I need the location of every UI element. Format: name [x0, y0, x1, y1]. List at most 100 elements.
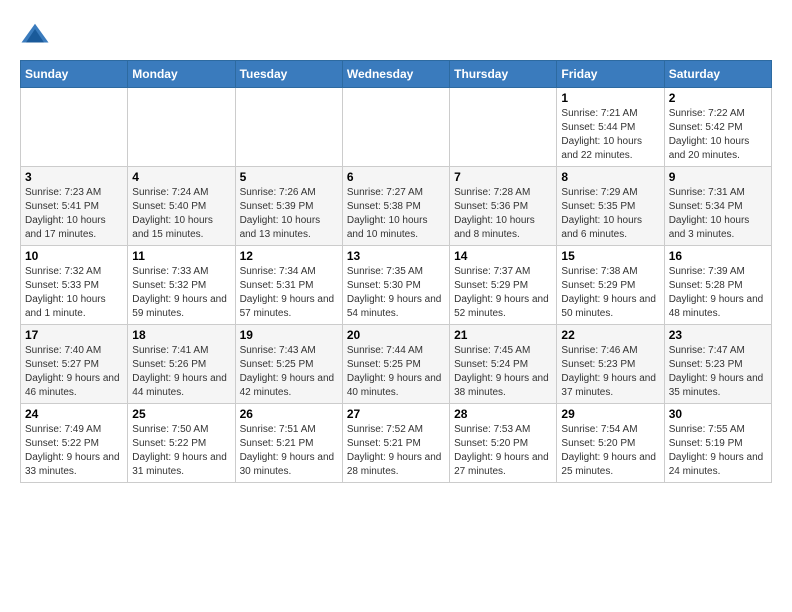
day-info: Sunrise: 7:43 AM Sunset: 5:25 PM Dayligh… [240, 344, 338, 400]
day-info: Sunrise: 7:51 AM Sunset: 5:21 PM Dayligh… [240, 423, 338, 479]
day-info: Sunrise: 7:24 AM Sunset: 5:40 PM Dayligh… [132, 186, 230, 242]
day-number: 12 [240, 249, 338, 263]
calendar-cell: 25 Sunrise: 7:50 AM Sunset: 5:22 PM Dayli… [128, 404, 235, 483]
calendar-cell: 8 Sunrise: 7:29 AM Sunset: 5:35 PM Daylig… [557, 167, 664, 246]
calendar-cell: 13 Sunrise: 7:35 AM Sunset: 5:30 PM Dayli… [342, 246, 449, 325]
day-info: Sunrise: 7:23 AM Sunset: 5:41 PM Dayligh… [25, 186, 123, 242]
day-number: 30 [669, 407, 767, 421]
day-number: 2 [669, 91, 767, 105]
calendar-header-thursday: Thursday [450, 61, 557, 88]
day-number: 5 [240, 170, 338, 184]
calendar-cell: 1 Sunrise: 7:21 AM Sunset: 5:44 PM Daylig… [557, 88, 664, 167]
day-number: 3 [25, 170, 123, 184]
day-number: 29 [561, 407, 659, 421]
calendar-cell: 28 Sunrise: 7:53 AM Sunset: 5:20 PM Dayli… [450, 404, 557, 483]
logo-icon [20, 20, 50, 50]
day-number: 20 [347, 328, 445, 342]
calendar-cell: 2 Sunrise: 7:22 AM Sunset: 5:42 PM Daylig… [664, 88, 771, 167]
calendar-cell: 15Sunrise: 7:38 AM Sunset: 5:29 PM Dayli… [557, 246, 664, 325]
day-number: 14 [454, 249, 552, 263]
calendar-cell: 16Sunrise: 7:39 AM Sunset: 5:28 PM Dayli… [664, 246, 771, 325]
day-info: Sunrise: 7:26 AM Sunset: 5:39 PM Dayligh… [240, 186, 338, 242]
day-info: Sunrise: 7:35 AM Sunset: 5:30 PM Dayligh… [347, 265, 445, 321]
calendar-header-wednesday: Wednesday [342, 61, 449, 88]
calendar-cell: 26 Sunrise: 7:51 AM Sunset: 5:21 PM Dayli… [235, 404, 342, 483]
day-info: Sunrise: 7:50 AM Sunset: 5:22 PM Dayligh… [132, 423, 230, 479]
day-info: Sunrise: 7:44 AM Sunset: 5:25 PM Dayligh… [347, 344, 445, 400]
calendar-cell: 20 Sunrise: 7:44 AM Sunset: 5:25 PM Dayli… [342, 325, 449, 404]
calendar-cell: 19 Sunrise: 7:43 AM Sunset: 5:25 PM Dayli… [235, 325, 342, 404]
day-info: Sunrise: 7:54 AM Sunset: 5:20 PM Dayligh… [561, 423, 659, 479]
day-info: Sunrise: 7:47 AM Sunset: 5:23 PM Dayligh… [669, 344, 767, 400]
day-number: 23 [669, 328, 767, 342]
day-number: 9 [669, 170, 767, 184]
day-number: 27 [347, 407, 445, 421]
day-info: Sunrise: 7:52 AM Sunset: 5:21 PM Dayligh… [347, 423, 445, 479]
calendar-cell: 24 Sunrise: 7:49 AM Sunset: 5:22 PM Dayli… [21, 404, 128, 483]
header [20, 20, 772, 50]
day-info: Sunrise: 7:21 AM Sunset: 5:44 PM Dayligh… [561, 107, 659, 163]
day-info: Sunrise: 7:40 AM Sunset: 5:27 PM Dayligh… [25, 344, 123, 400]
day-info: Sunrise: 7:39 AM Sunset: 5:28 PM Dayligh… [669, 265, 767, 321]
day-number: 1 [561, 91, 659, 105]
day-number: 18 [132, 328, 230, 342]
calendar-cell: 23 Sunrise: 7:47 AM Sunset: 5:23 PM Dayli… [664, 325, 771, 404]
day-info: Sunrise: 7:37 AM Sunset: 5:29 PM Dayligh… [454, 265, 552, 321]
day-number: 8 [561, 170, 659, 184]
calendar-cell: 18 Sunrise: 7:41 AM Sunset: 5:26 PM Dayli… [128, 325, 235, 404]
calendar-week-1: 1 Sunrise: 7:21 AM Sunset: 5:44 PM Daylig… [21, 88, 772, 167]
calendar-cell: 10 Sunrise: 7:32 AM Sunset: 5:33 PM Dayli… [21, 246, 128, 325]
calendar-cell: 7 Sunrise: 7:28 AM Sunset: 5:36 PM Daylig… [450, 167, 557, 246]
calendar-cell: 14 Sunrise: 7:37 AM Sunset: 5:29 PM Dayli… [450, 246, 557, 325]
day-info: Sunrise: 7:22 AM Sunset: 5:42 PM Dayligh… [669, 107, 767, 163]
day-number: 28 [454, 407, 552, 421]
calendar-cell: 3 Sunrise: 7:23 AM Sunset: 5:41 PM Daylig… [21, 167, 128, 246]
calendar-cell: 29 Sunrise: 7:54 AM Sunset: 5:20 PM Dayli… [557, 404, 664, 483]
day-number: 24 [25, 407, 123, 421]
calendar-cell: 5 Sunrise: 7:26 AM Sunset: 5:39 PM Daylig… [235, 167, 342, 246]
calendar-cell: 27 Sunrise: 7:52 AM Sunset: 5:21 PM Dayli… [342, 404, 449, 483]
calendar-cell: 30 Sunrise: 7:55 AM Sunset: 5:19 PM Dayli… [664, 404, 771, 483]
day-number: 19 [240, 328, 338, 342]
day-info: Sunrise: 7:53 AM Sunset: 5:20 PM Dayligh… [454, 423, 552, 479]
calendar-cell: 6Sunrise: 7:27 AM Sunset: 5:38 PM Daylig… [342, 167, 449, 246]
logo [20, 20, 54, 50]
calendar: SundayMondayTuesdayWednesdayThursdayFrid… [20, 60, 772, 483]
calendar-header-friday: Friday [557, 61, 664, 88]
calendar-week-3: 10 Sunrise: 7:32 AM Sunset: 5:33 PM Dayli… [21, 246, 772, 325]
calendar-week-4: 17 Sunrise: 7:40 AM Sunset: 5:27 PM Dayli… [21, 325, 772, 404]
day-number: 10 [25, 249, 123, 263]
day-info: Sunrise: 7:29 AM Sunset: 5:35 PM Dayligh… [561, 186, 659, 242]
calendar-cell: 4Sunrise: 7:24 AM Sunset: 5:40 PM Daylig… [128, 167, 235, 246]
day-number: 7 [454, 170, 552, 184]
day-info: Sunrise: 7:32 AM Sunset: 5:33 PM Dayligh… [25, 265, 123, 321]
day-info: Sunrise: 7:28 AM Sunset: 5:36 PM Dayligh… [454, 186, 552, 242]
calendar-header-sunday: Sunday [21, 61, 128, 88]
calendar-header-saturday: Saturday [664, 61, 771, 88]
day-info: Sunrise: 7:31 AM Sunset: 5:34 PM Dayligh… [669, 186, 767, 242]
day-info: Sunrise: 7:46 AM Sunset: 5:23 PM Dayligh… [561, 344, 659, 400]
day-number: 13 [347, 249, 445, 263]
calendar-cell: 9 Sunrise: 7:31 AM Sunset: 5:34 PM Daylig… [664, 167, 771, 246]
calendar-cell: 12 Sunrise: 7:34 AM Sunset: 5:31 PM Dayli… [235, 246, 342, 325]
day-info: Sunrise: 7:49 AM Sunset: 5:22 PM Dayligh… [25, 423, 123, 479]
calendar-week-2: 3 Sunrise: 7:23 AM Sunset: 5:41 PM Daylig… [21, 167, 772, 246]
day-number: 11 [132, 249, 230, 263]
calendar-cell [450, 88, 557, 167]
calendar-cell: 11 Sunrise: 7:33 AM Sunset: 5:32 PM Dayli… [128, 246, 235, 325]
day-info: Sunrise: 7:27 AM Sunset: 5:38 PM Dayligh… [347, 186, 445, 242]
calendar-cell: 21Sunrise: 7:45 AM Sunset: 5:24 PM Dayli… [450, 325, 557, 404]
calendar-cell [235, 88, 342, 167]
day-number: 22 [561, 328, 659, 342]
calendar-cell: 17 Sunrise: 7:40 AM Sunset: 5:27 PM Dayli… [21, 325, 128, 404]
day-info: Sunrise: 7:33 AM Sunset: 5:32 PM Dayligh… [132, 265, 230, 321]
day-number: 26 [240, 407, 338, 421]
calendar-header-tuesday: Tuesday [235, 61, 342, 88]
day-number: 25 [132, 407, 230, 421]
day-info: Sunrise: 7:41 AM Sunset: 5:26 PM Dayligh… [132, 344, 230, 400]
day-info: Sunrise: 7:34 AM Sunset: 5:31 PM Dayligh… [240, 265, 338, 321]
calendar-header-monday: Monday [128, 61, 235, 88]
day-number: 17 [25, 328, 123, 342]
day-info: Sunrise: 7:38 AM Sunset: 5:29 PM Dayligh… [561, 265, 659, 321]
day-info: Sunrise: 7:55 AM Sunset: 5:19 PM Dayligh… [669, 423, 767, 479]
